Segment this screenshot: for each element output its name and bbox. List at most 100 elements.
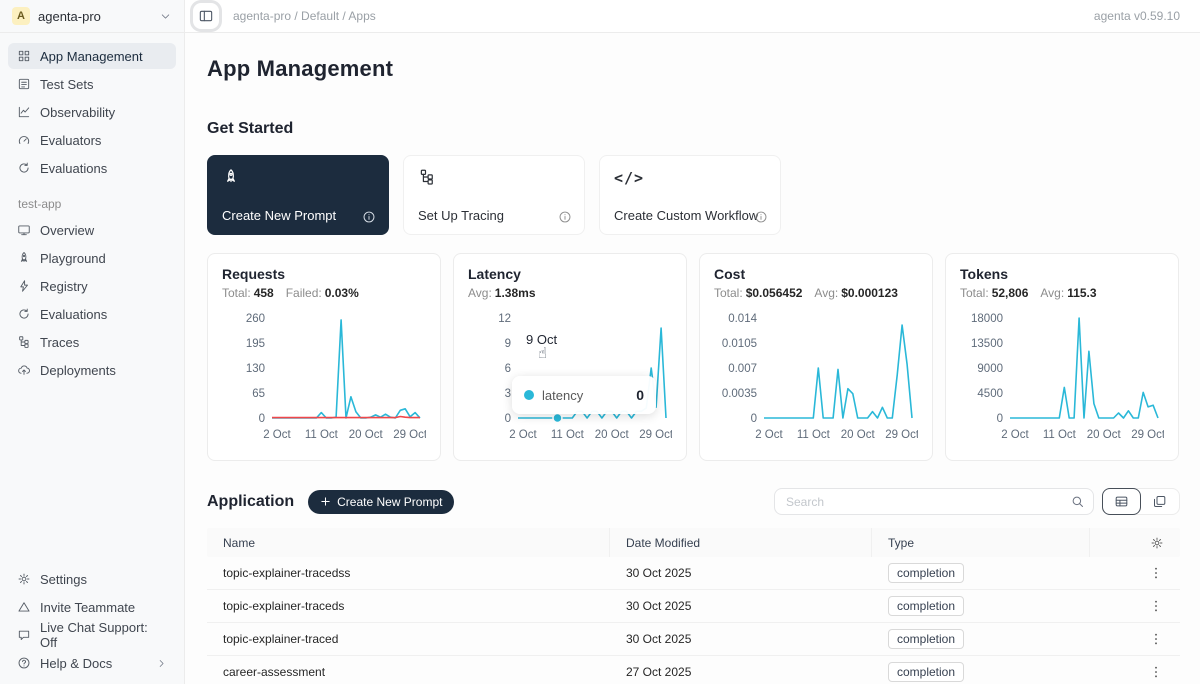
sidebar-item-label: Help & Docs <box>40 656 112 671</box>
sidebar-item-playground[interactable]: Playground <box>8 245 176 271</box>
metric-card-title: Tokens <box>960 266 1164 282</box>
get-started-card-label: Create Custom Workflow <box>614 208 758 223</box>
svg-text:11 Oct: 11 Oct <box>797 429 831 441</box>
sidebar-item-registry[interactable]: Registry <box>8 273 176 299</box>
search-icon[interactable] <box>1070 494 1085 509</box>
sidebar-item-traces[interactable]: Traces <box>8 329 176 355</box>
table-row[interactable]: topic-explainer-tracedss30 Oct 2025compl… <box>207 557 1180 590</box>
svg-text:0: 0 <box>505 413 511 425</box>
svg-text:11 Oct: 11 Oct <box>305 429 339 441</box>
sidebar-item-help-docs[interactable]: Help & Docs <box>8 650 176 676</box>
sidebar-item-evaluations[interactable]: Evaluations <box>8 155 176 181</box>
column-header-type: Type <box>872 528 1090 557</box>
search-input[interactable] <box>774 488 1094 515</box>
sidebar-item-label: Deployments <box>40 363 116 378</box>
sidebar-item-label: Overview <box>40 223 94 238</box>
plus-icon <box>320 496 331 507</box>
panel-left-icon <box>198 8 214 24</box>
get-started-title: Get Started <box>207 120 1180 138</box>
sidebar-item-label: Live Chat Support: Off <box>40 620 167 650</box>
metric-card-stats: Avg:1.38ms <box>468 286 672 300</box>
sidebar-project-label: test-app <box>18 197 184 211</box>
svg-text:195: 195 <box>246 338 265 350</box>
cell-name: topic-explainer-traceds <box>207 599 610 613</box>
sidebar-item-label: Evaluators <box>40 133 101 148</box>
refresh-icon <box>17 307 31 321</box>
rocket-icon <box>17 251 31 265</box>
get-started-cards: Create New PromptSet Up Tracing</>Create… <box>207 155 1180 235</box>
cell-name: career-assessment <box>207 665 610 679</box>
table-body: topic-explainer-tracedss30 Oct 2025 compl… <box>207 557 1180 684</box>
metric-stat-value: 458 <box>254 286 274 300</box>
sidebar-toggle-button[interactable] <box>193 3 219 29</box>
chevron-down-icon <box>159 10 172 23</box>
workspace-name: agenta-pro <box>38 9 151 24</box>
table-row[interactable]: career-assessment27 Oct 2025completion <box>207 656 1180 684</box>
sidebar-item-test-sets[interactable]: Test Sets <box>8 71 176 97</box>
tooltip-value: 0 <box>636 387 644 403</box>
search-box <box>774 488 1094 515</box>
table-row[interactable]: topic-explainer-traced30 Oct 2025complet… <box>207 623 1180 656</box>
sidebar-item-live-chat-support-off[interactable]: Live Chat Support: Off <box>8 622 176 648</box>
sidebar-item-label: App Management <box>40 49 143 64</box>
cell-date-modified: 27 Oct 2025 <box>610 665 872 679</box>
get-started-card-create-new-prompt[interactable]: Create New Prompt <box>207 155 389 235</box>
svg-text:65: 65 <box>252 388 265 400</box>
get-started-card-create-custom-workflow[interactable]: </>Create Custom Workflow <box>599 155 781 235</box>
sidebar-item-deployments[interactable]: Deployments <box>8 357 176 383</box>
cell-type: completion <box>872 596 1090 616</box>
metric-stat: Avg:115.3 <box>1040 286 1096 300</box>
sidebar-item-evaluations[interactable]: Evaluations <box>8 301 176 327</box>
create-new-prompt-button[interactable]: Create New Prompt <box>308 490 454 514</box>
metric-chart-plot: 0651301952602 Oct11 Oct20 Oct29 Oct <box>222 306 426 446</box>
svg-text:29 Oct: 29 Oct <box>885 429 918 441</box>
sidebar-nav-main: App Management Test Sets Observability Eval… <box>0 43 184 181</box>
view-toggle <box>1102 488 1180 515</box>
workspace-switcher[interactable]: A agenta-pro <box>0 0 185 33</box>
metric-card-stats: Total:458Failed:0.03% <box>222 286 426 300</box>
card-view-button[interactable] <box>1140 489 1179 514</box>
svg-text:4500: 4500 <box>977 388 1003 400</box>
sidebar-item-overview[interactable]: Overview <box>8 217 176 243</box>
sidebar-item-app-management[interactable]: App Management <box>8 43 176 69</box>
breadcrumb[interactable]: agenta-pro / Default / Apps <box>233 9 376 23</box>
kebab-menu-icon[interactable] <box>1148 631 1164 647</box>
refresh-icon <box>17 161 31 175</box>
cell-actions <box>1090 598 1180 614</box>
cell-name: topic-explainer-tracedss <box>207 566 610 580</box>
sidebar-item-label: Traces <box>40 335 79 350</box>
cell-date-modified: 30 Oct 2025 <box>610 566 872 580</box>
metric-stat-label: Total: <box>960 286 989 300</box>
sidebar-item-evaluators[interactable]: Evaluators <box>8 127 176 153</box>
metric-stat: Total:52,806 <box>960 286 1028 300</box>
metric-stat-label: Total: <box>222 286 251 300</box>
sidebar-item-invite-teammate[interactable]: Invite Teammate <box>8 594 176 620</box>
page-title: App Management <box>207 56 1180 82</box>
metric-stat: Avg:$0.000123 <box>814 286 898 300</box>
sidebar: App Management Test Sets Observability Eval… <box>0 33 185 684</box>
sidebar-nav-footer: SettingsInvite TeammateLive Chat Support… <box>0 564 184 678</box>
sidebar-item-observability[interactable]: Observability <box>8 99 176 125</box>
metric-card-stats: Total:$0.056452Avg:$0.000123 <box>714 286 918 300</box>
top-bar: A agenta-pro agenta-pro / Default / Apps… <box>0 0 1200 33</box>
cell-name: topic-explainer-traced <box>207 632 610 646</box>
svg-text:20 Oct: 20 Oct <box>349 429 384 441</box>
table-header: NameDate ModifiedType <box>207 528 1180 557</box>
kebab-menu-icon[interactable] <box>1148 598 1164 614</box>
gauge-icon <box>17 133 31 147</box>
metric-stat-label: Avg: <box>468 286 492 300</box>
grid-icon <box>17 49 31 63</box>
sidebar-item-label: Observability <box>40 105 115 120</box>
svg-text:3: 3 <box>505 388 511 400</box>
svg-text:13500: 13500 <box>971 338 1003 350</box>
table-view-button[interactable] <box>1102 488 1141 515</box>
kebab-menu-icon[interactable] <box>1148 565 1164 581</box>
svg-text:2 Oct: 2 Oct <box>263 429 291 441</box>
metric-stat-value: $0.056452 <box>746 286 803 300</box>
kebab-menu-icon[interactable] <box>1148 664 1164 680</box>
metric-card-tokens: TokensTotal:52,806Avg:115.30450090001350… <box>945 253 1179 461</box>
gear-icon <box>17 572 31 586</box>
table-row[interactable]: topic-explainer-traceds30 Oct 2025comple… <box>207 590 1180 623</box>
get-started-card-set-up-tracing[interactable]: Set Up Tracing <box>403 155 585 235</box>
sidebar-item-settings[interactable]: Settings <box>8 566 176 592</box>
